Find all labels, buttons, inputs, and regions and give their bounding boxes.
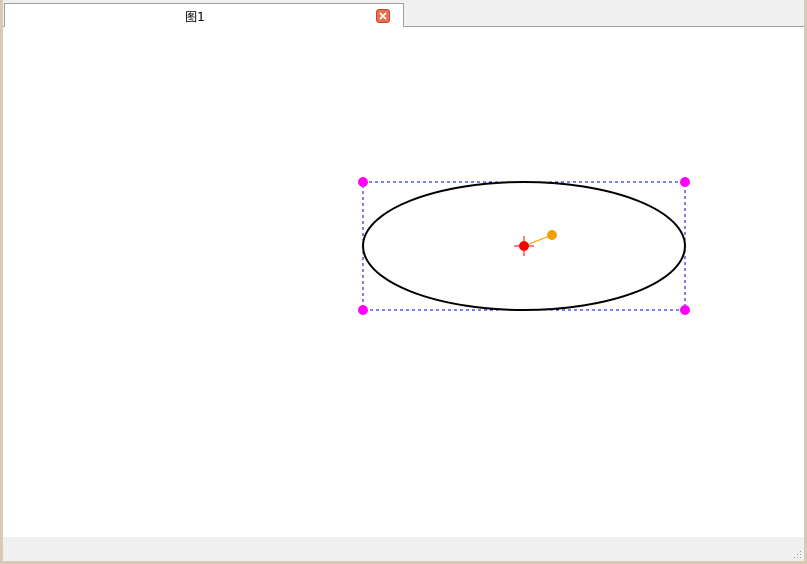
center-crosshair-icon[interactable] (514, 236, 534, 256)
close-icon[interactable] (376, 9, 390, 23)
resize-handle-icon[interactable] (680, 177, 690, 187)
resize-grip-icon[interactable] (792, 549, 802, 559)
rotation-handle-icon[interactable] (547, 230, 557, 240)
resize-handle-icon[interactable] (358, 177, 368, 187)
drawing-canvas[interactable] (3, 27, 804, 537)
tab-figure-1[interactable]: 图1 (4, 3, 404, 28)
status-bar (3, 537, 804, 561)
resize-handle-icon[interactable] (680, 305, 690, 315)
tab-bar: 图1 (3, 0, 804, 28)
resize-handle-icon[interactable] (358, 305, 368, 315)
tab-label: 图1 (185, 10, 205, 24)
document-window: 图1 (0, 0, 807, 564)
